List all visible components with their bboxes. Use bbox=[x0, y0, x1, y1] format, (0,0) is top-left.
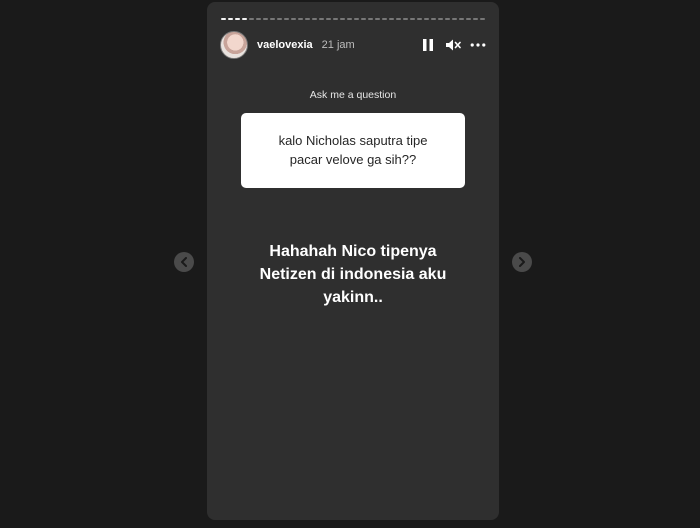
progress-segment bbox=[249, 18, 254, 20]
story-progress-bar bbox=[221, 18, 485, 20]
progress-segment bbox=[354, 18, 359, 20]
chevron-left-icon bbox=[181, 257, 187, 267]
progress-segment bbox=[277, 18, 282, 20]
progress-segment bbox=[466, 18, 471, 20]
story-card[interactable]: vaelovexia 21 jam Ask me a question kalo… bbox=[207, 2, 499, 520]
answer-text: Hahahah Nico tipenya Netizen di indonesi… bbox=[259, 243, 447, 307]
pause-button[interactable] bbox=[420, 37, 436, 53]
progress-segment bbox=[431, 18, 436, 20]
progress-segment bbox=[305, 18, 310, 20]
progress-segment bbox=[340, 18, 345, 20]
mute-button[interactable] bbox=[445, 37, 461, 53]
progress-segment bbox=[347, 18, 352, 20]
story-viewer: vaelovexia 21 jam Ask me a question kalo… bbox=[0, 0, 700, 528]
progress-segment bbox=[312, 18, 317, 20]
progress-segment bbox=[256, 18, 261, 20]
progress-segment bbox=[326, 18, 331, 20]
more-icon bbox=[470, 43, 486, 47]
progress-segment bbox=[221, 18, 226, 20]
progress-segment bbox=[438, 18, 443, 20]
question-sticker-label: Ask me a question bbox=[309, 89, 397, 101]
mute-icon bbox=[446, 39, 461, 51]
progress-segment bbox=[389, 18, 394, 20]
progress-segment bbox=[298, 18, 303, 20]
previous-story-button[interactable] bbox=[174, 252, 194, 272]
story-header: vaelovexia 21 jam bbox=[220, 30, 486, 60]
progress-segment bbox=[291, 18, 296, 20]
progress-segment bbox=[319, 18, 324, 20]
progress-segment bbox=[333, 18, 338, 20]
progress-segment bbox=[368, 18, 373, 20]
progress-segment bbox=[270, 18, 275, 20]
progress-segment bbox=[417, 18, 422, 20]
story-controls bbox=[420, 37, 486, 53]
progress-segment bbox=[228, 18, 233, 20]
next-story-button[interactable] bbox=[512, 252, 532, 272]
more-options-button[interactable] bbox=[470, 37, 486, 53]
username[interactable]: vaelovexia bbox=[257, 39, 313, 51]
progress-segment bbox=[445, 18, 450, 20]
progress-segment bbox=[361, 18, 366, 20]
question-text: kalo Nicholas saputra tipe pacar velove … bbox=[278, 132, 428, 167]
progress-segment bbox=[235, 18, 240, 20]
progress-segment bbox=[263, 18, 268, 20]
progress-segment bbox=[382, 18, 387, 20]
progress-segment bbox=[480, 18, 485, 20]
progress-segment bbox=[452, 18, 457, 20]
progress-segment bbox=[242, 18, 247, 20]
progress-segment bbox=[459, 18, 464, 20]
post-time: 21 jam bbox=[321, 39, 355, 51]
progress-segment bbox=[375, 18, 380, 20]
question-sticker: kalo Nicholas saputra tipe pacar velove … bbox=[241, 113, 465, 188]
pause-icon bbox=[423, 39, 433, 51]
progress-segment bbox=[473, 18, 478, 20]
avatar[interactable] bbox=[220, 31, 248, 59]
progress-segment bbox=[424, 18, 429, 20]
progress-segment bbox=[410, 18, 415, 20]
chevron-right-icon bbox=[519, 257, 525, 267]
progress-segment bbox=[284, 18, 289, 20]
progress-segment bbox=[396, 18, 401, 20]
progress-segment bbox=[403, 18, 408, 20]
